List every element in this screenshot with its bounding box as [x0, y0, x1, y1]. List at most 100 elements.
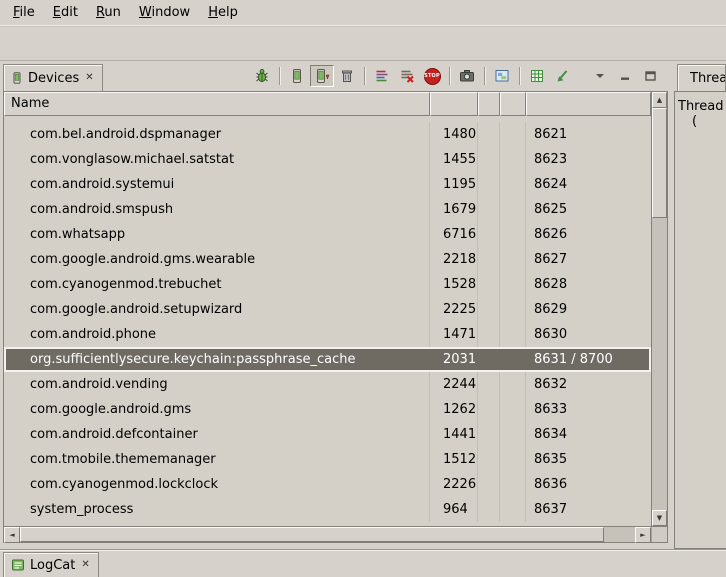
column-header-1[interactable]: [430, 92, 478, 116]
table-row[interactable]: com.cyanogenmod.lockclock222658636: [4, 472, 651, 497]
column-header-2[interactable]: [478, 92, 500, 116]
empty-cell: [500, 397, 526, 422]
tab-devices[interactable]: Devices ✕: [3, 64, 103, 91]
empty-cell: [500, 372, 526, 397]
close-icon[interactable]: ✕: [80, 560, 90, 570]
devices-view-body: Name com.bel.android.dspmanager14808621c…: [3, 91, 668, 543]
column-header-name[interactable]: Name: [4, 92, 430, 116]
process-port: 8625: [526, 197, 651, 222]
empty-cell: [500, 472, 526, 497]
vertical-scroll-track[interactable]: [652, 218, 667, 510]
dump-hprof-icon[interactable]: [310, 65, 334, 87]
process-pid: 22250: [430, 297, 478, 322]
process-pid: 1480: [430, 122, 478, 147]
scrollbar-corner: [651, 527, 667, 542]
toolbar-strip: [0, 26, 726, 61]
empty-cell: [478, 197, 500, 222]
process-port: 8623: [526, 147, 651, 172]
tab-threads[interactable]: Threads: [677, 64, 726, 91]
logcat-icon: [11, 558, 25, 572]
bottom-bar: LogCat ✕: [0, 549, 726, 576]
horizontal-scrollbar[interactable]: ◄ ►: [4, 526, 667, 542]
table-row[interactable]: com.whatsapp67168626: [4, 222, 651, 247]
vertical-scrollbar[interactable]: ▲ ▼: [651, 92, 667, 526]
empty-cell: [478, 122, 500, 147]
vertical-scroll-thumb[interactable]: [652, 108, 667, 218]
table-row[interactable]: com.android.defcontainer144118634: [4, 422, 651, 447]
table-row[interactable]: org.sufficientlysecure.keychain:passphra…: [4, 347, 651, 372]
process-name: com.android.systemui: [4, 172, 430, 197]
view-menu-icon[interactable]: [588, 65, 612, 87]
empty-cell: [478, 147, 500, 172]
update-threads-icon[interactable]: [370, 65, 394, 87]
minimize-icon[interactable]: [613, 65, 637, 87]
process-port: 8635: [526, 447, 651, 472]
empty-cell: [500, 447, 526, 472]
scroll-down-icon[interactable]: ▼: [652, 510, 667, 526]
close-icon[interactable]: ✕: [84, 73, 94, 83]
process-name: com.google.android.gms.wearable: [4, 247, 430, 272]
menu-file[interactable]: File: [4, 2, 44, 24]
table-row[interactable]: com.android.vending224408632: [4, 372, 651, 397]
empty-cell: [500, 122, 526, 147]
scroll-left-icon[interactable]: ◄: [4, 527, 20, 543]
systrace-icon[interactable]: [525, 65, 549, 87]
table-row[interactable]: com.android.systemui11958624: [4, 172, 651, 197]
update-heap-icon[interactable]: [285, 65, 309, 87]
table-row[interactable]: com.google.android.gms126238633: [4, 397, 651, 422]
process-pid: 964: [430, 497, 478, 522]
table-row[interactable]: com.bel.android.dspmanager14808621: [4, 122, 651, 147]
process-name: com.whatsapp: [4, 222, 430, 247]
process-name: org.sufficientlysecure.keychain:passphra…: [4, 347, 430, 372]
column-header-4[interactable]: [526, 92, 651, 116]
debug-icon[interactable]: [250, 65, 274, 87]
opengl-trace-icon[interactable]: [550, 65, 574, 87]
scroll-up-icon[interactable]: ▲: [652, 92, 667, 108]
process-port: 8631 / 8700: [526, 347, 651, 372]
table-row[interactable]: com.google.android.setupwizard222508629: [4, 297, 651, 322]
process-pid: 1512: [430, 447, 478, 472]
menu-run[interactable]: Run: [87, 2, 130, 24]
process-pid: 1528: [430, 272, 478, 297]
column-header-3[interactable]: [500, 92, 526, 116]
scroll-right-icon[interactable]: ►: [635, 527, 651, 543]
table-row[interactable]: com.android.phone14718630: [4, 322, 651, 347]
empty-cell: [478, 472, 500, 497]
process-name: com.google.android.setupwizard: [4, 297, 430, 322]
process-pid: 20311: [430, 347, 478, 372]
process-pid: 22265: [430, 472, 478, 497]
table-row[interactable]: com.vonglasow.michael.satstat145538623: [4, 147, 651, 172]
menu-edit[interactable]: Edit: [44, 2, 87, 24]
ddms-window: { "menubar": { "items": [ { "label": "Fi…: [0, 0, 726, 577]
start-method-profiling-icon[interactable]: [395, 65, 419, 87]
empty-cell: [500, 272, 526, 297]
maximize-icon[interactable]: [638, 65, 662, 87]
menu-help[interactable]: Help: [199, 2, 247, 24]
process-port: 8634: [526, 422, 651, 447]
empty-cell: [478, 347, 500, 372]
grid-header: Name: [4, 92, 651, 116]
screen-capture-icon[interactable]: [455, 65, 479, 87]
horizontal-scroll-track[interactable]: [604, 527, 635, 542]
process-name: com.cyanogenmod.trebuchet: [4, 272, 430, 297]
empty-cell: [500, 147, 526, 172]
process-port: 8637: [526, 497, 651, 522]
table-row[interactable]: com.cyanogenmod.trebuchet15288628: [4, 272, 651, 297]
cause-gc-icon[interactable]: [335, 65, 359, 87]
empty-cell: [478, 397, 500, 422]
tab-devices-label: Devices: [28, 71, 79, 86]
empty-cell: [500, 297, 526, 322]
device-rows: com.bel.android.dspmanager14808621com.vo…: [4, 116, 651, 526]
view-hierarchy-icon[interactable]: [490, 65, 514, 87]
table-row[interactable]: com.android.smspush16798625: [4, 197, 651, 222]
table-row[interactable]: com.tmobile.thememanager15128635: [4, 447, 651, 472]
process-name: com.android.defcontainer: [4, 422, 430, 447]
table-row[interactable]: system_process9648637: [4, 497, 651, 522]
menu-window[interactable]: Window: [130, 2, 199, 24]
empty-cell: [500, 347, 526, 372]
stop-process-icon[interactable]: STOP: [420, 65, 444, 87]
horizontal-scroll-thumb[interactable]: [20, 527, 604, 542]
table-row[interactable]: com.google.android.gms.wearable221858627: [4, 247, 651, 272]
empty-cell: [500, 222, 526, 247]
tab-logcat[interactable]: LogCat ✕: [3, 552, 99, 577]
